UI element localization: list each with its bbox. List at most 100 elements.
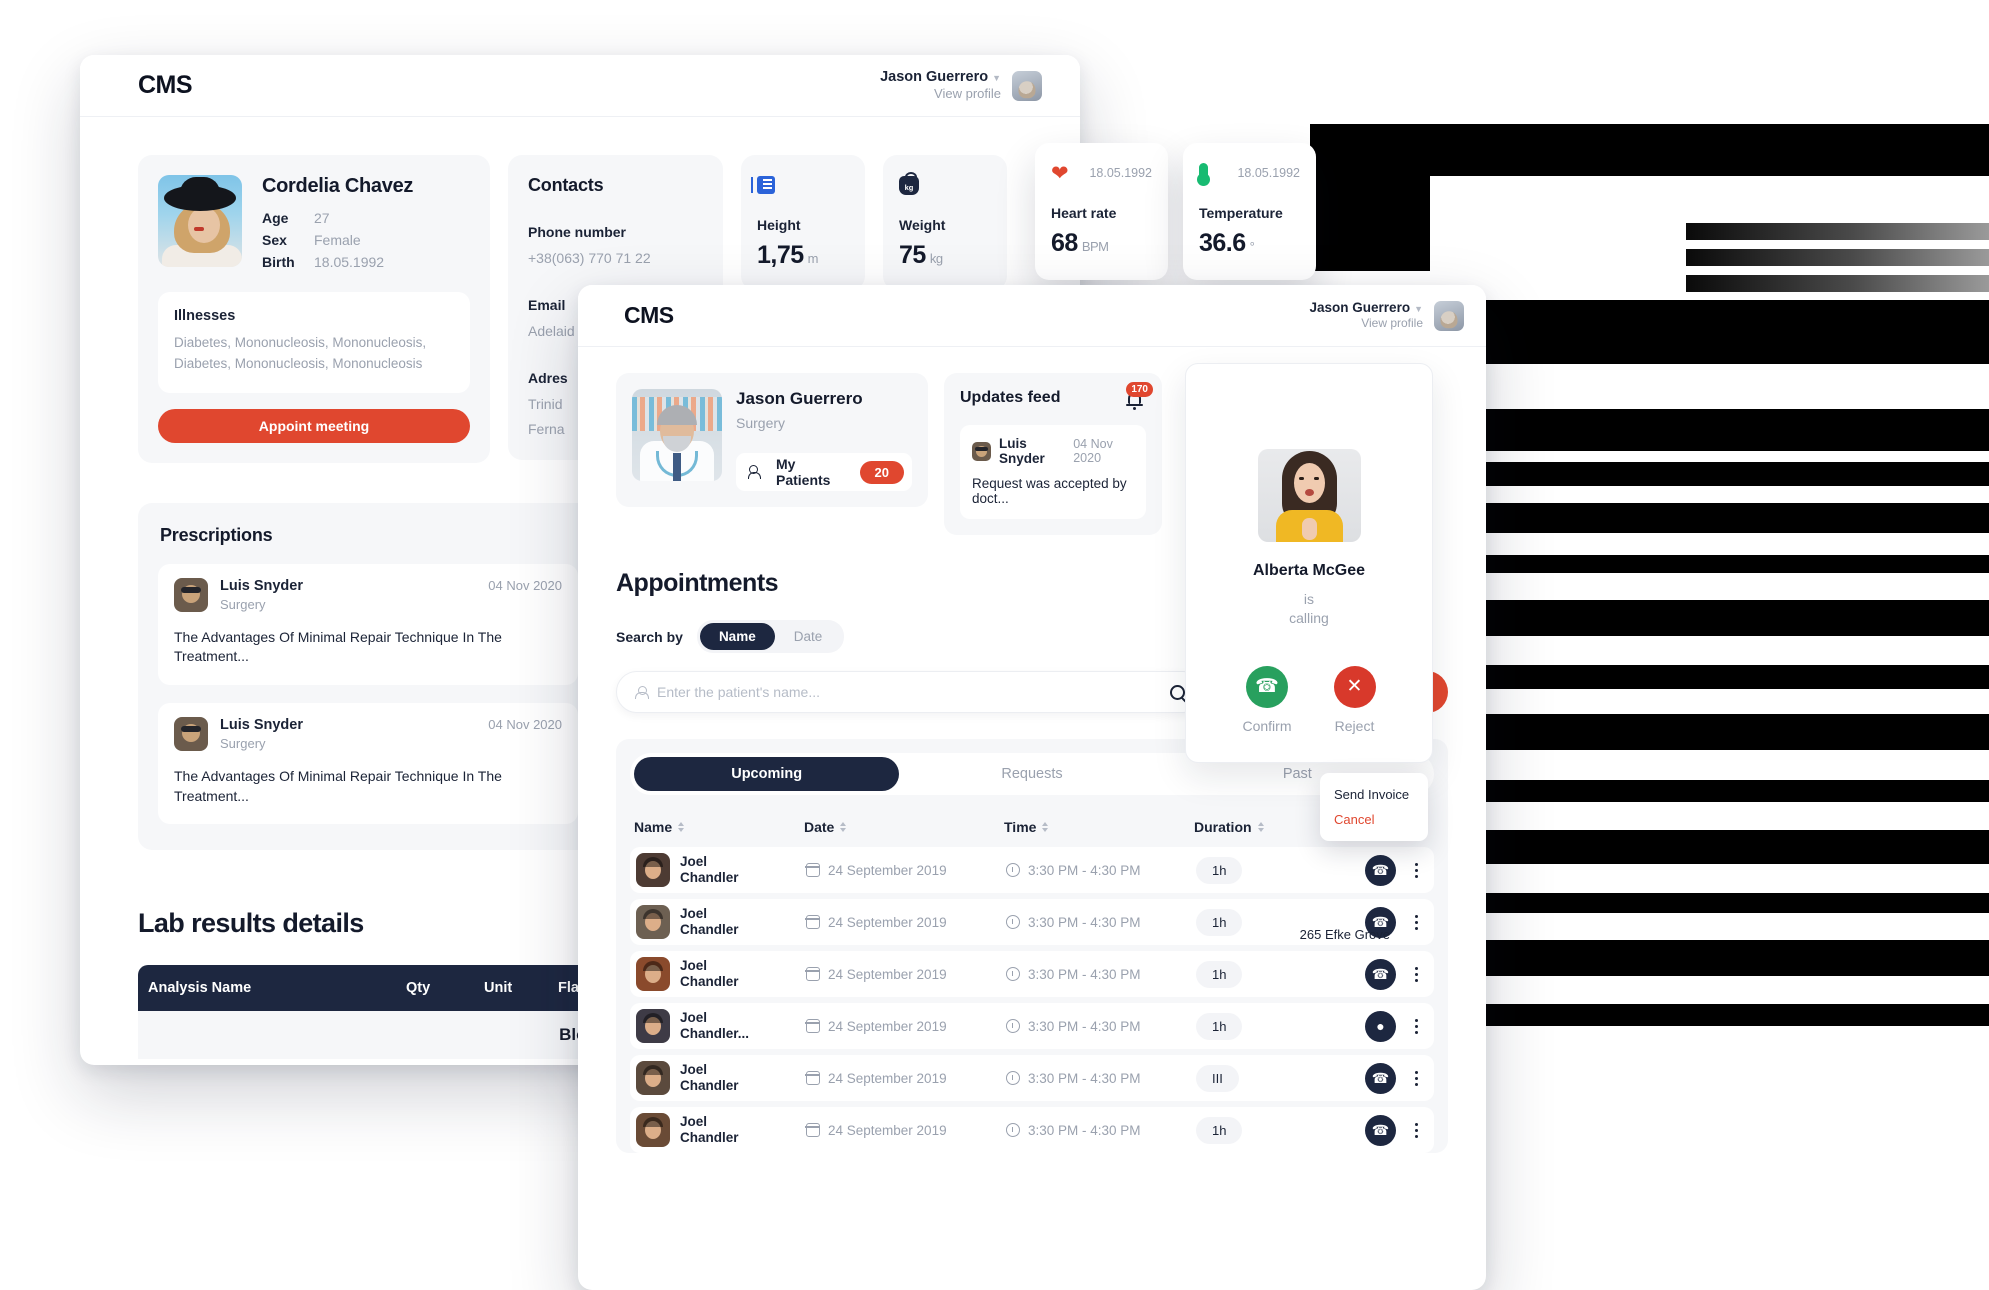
cell-date: 24 September 2019 — [828, 1122, 947, 1138]
cell-name: Joel Chandler — [680, 905, 739, 937]
reject-label: Reject — [1334, 717, 1375, 734]
menu-cancel[interactable]: Cancel — [1320, 807, 1428, 832]
field-sex: Sex Female — [262, 232, 361, 248]
clock-icon — [1006, 1071, 1020, 1085]
metric-temperature: 18.05.1992 Temperature 36.6 ° — [1183, 143, 1316, 280]
prescription-item[interactable]: Luis Snyder Surgery 04 Nov 2020 The Adva… — [158, 703, 578, 825]
search-icon[interactable] — [1170, 684, 1185, 700]
row-menu-button[interactable] — [1408, 1070, 1424, 1086]
call-button[interactable]: ☎ — [1365, 854, 1396, 886]
patient-name: Cordelia Chavez — [262, 175, 414, 197]
decor-bar — [1441, 940, 1989, 976]
metric-value: 36.6 ° — [1199, 229, 1255, 257]
column-time[interactable]: Time — [1004, 819, 1194, 835]
decor-bar — [1486, 462, 1989, 486]
table-row[interactable]: Joel Chandler... 24 September 2019 3:30 PM … — [630, 1003, 1434, 1049]
clock-icon — [1006, 1019, 1020, 1033]
prescriptions-title: Prescriptions — [160, 524, 273, 545]
patient-meta: Cordelia Chavez Age 27 Sex Female Birth … — [262, 175, 413, 276]
illnesses-text: Diabetes, Mononucleosis, Mononucleosis, … — [174, 335, 427, 371]
column-unit[interactable]: Unit — [474, 980, 548, 996]
metric-label: Heart rate — [1051, 205, 1117, 221]
avatar — [636, 1061, 670, 1095]
appoint-meeting-button[interactable]: Appoint meeting — [158, 408, 470, 443]
cell-date: 24 September 2019 — [828, 914, 947, 930]
cell-name: Joel Chandler — [680, 1061, 739, 1093]
patient-fields: Age 27 Sex Female Birth 18.05.1992 — [262, 210, 413, 270]
decor-bar — [1441, 1004, 1989, 1026]
table-row[interactable]: Joel Chandler 24 September 2019 3:30 PM - 4… — [630, 1107, 1434, 1153]
avatar[interactable] — [1434, 300, 1464, 331]
cell-date: 24 September 2019 — [828, 1018, 947, 1034]
decor-bar — [1441, 503, 1989, 533]
illnesses-box: Illnesses Diabetes, Mononucleosis, Monon… — [158, 292, 470, 393]
cell-duration: 1h — [1196, 856, 1243, 884]
feed-item[interactable]: Luis Snyder 04 Nov 2020 Request was acce… — [960, 425, 1146, 519]
table-header: Name Date Time Duration — [630, 807, 1434, 847]
call-button[interactable]: ☎ — [1365, 1062, 1396, 1094]
table-row[interactable]: Joel Chandler 24 September 2019 3:30 PM - 4… — [630, 1055, 1434, 1101]
cell-date: 24 September 2019 — [828, 862, 947, 878]
metric-value: 68 BPM — [1051, 229, 1109, 257]
user-icon — [635, 685, 649, 699]
call-button[interactable]: ☎ — [1365, 958, 1396, 990]
user-menu[interactable]: Jason Guerrero ▼ View profile — [880, 68, 1042, 102]
search-mode-name[interactable]: Name — [699, 623, 775, 650]
feed-title: Updates feed — [960, 389, 1061, 406]
row-menu-button[interactable] — [1408, 862, 1424, 878]
field-age: Age 27 — [262, 210, 330, 226]
row-menu-button[interactable] — [1408, 1018, 1424, 1034]
metric-height: Height 1,75 m — [741, 155, 865, 290]
row-menu-button[interactable] — [1408, 1122, 1424, 1138]
search-mode-date[interactable]: Date — [775, 623, 842, 650]
search-input[interactable]: Enter the patient's name... — [616, 671, 1204, 713]
tab-requests[interactable]: Requests — [899, 757, 1164, 791]
updates-feed-card: Updates feed 170 Luis Snyder 04 Nov 2020… — [944, 373, 1162, 535]
calendar-icon — [805, 1071, 820, 1085]
calendar-icon — [805, 863, 820, 877]
metric-value: 1,75 m — [757, 241, 819, 269]
column-date[interactable]: Date — [804, 819, 1004, 835]
location-icon[interactable]: ● — [1365, 1010, 1396, 1042]
contacts-title: Contacts — [528, 175, 604, 195]
avatar[interactable] — [1012, 70, 1042, 101]
tab-upcoming[interactable]: Upcoming — [634, 757, 900, 791]
user-menu[interactable]: Jason Guerrero ▼ View profile — [1310, 300, 1464, 332]
row-menu-button[interactable] — [1408, 966, 1424, 982]
column-duration[interactable]: Duration — [1194, 819, 1302, 835]
column-qty[interactable]: Qty — [396, 980, 474, 996]
my-patients-count: 20 — [859, 460, 904, 484]
appointments-rows: Joel Chandler 24 September 2019 3:30 PM - 4… — [630, 847, 1434, 1153]
prescription-author: Luis Snyder — [220, 717, 303, 734]
avatar — [636, 1009, 670, 1043]
prescription-text: The Advantages Of Minimal Repair Techniq… — [174, 768, 502, 804]
my-patients-button[interactable]: My Patients 20 — [736, 453, 912, 491]
prescription-item[interactable]: Luis Snyder Surgery 04 Nov 2020 The Adva… — [158, 563, 578, 686]
app-logo: CMS — [138, 71, 193, 99]
doctor-name: Jason Guerrero — [736, 389, 863, 408]
call-button[interactable]: ☎ — [1365, 1114, 1396, 1146]
confirm-call-button[interactable]: ☎ Confirm — [1242, 665, 1292, 734]
thermometer-icon — [1197, 163, 1210, 186]
row-menu-button[interactable] — [1408, 914, 1424, 930]
column-analysis-name[interactable]: Analysis Name — [138, 980, 396, 996]
metric-weight: kg Weight 75 kg — [883, 155, 1007, 290]
search-placeholder: Enter the patient's name... — [657, 684, 820, 700]
reject-call-button[interactable]: ✕ Reject — [1333, 665, 1376, 734]
ruler-icon — [751, 176, 775, 194]
field-birth: Birth 18.05.1992 — [262, 254, 385, 270]
column-name[interactable]: Name — [634, 819, 804, 835]
cell-name: Joel Chandler... — [680, 1009, 750, 1041]
menu-send-invoice[interactable]: Send Invoice — [1320, 782, 1428, 807]
cell-name: Joel Chandler — [680, 1113, 739, 1145]
bell-icon[interactable]: 170 — [1124, 382, 1153, 411]
call-status: is calling — [1289, 591, 1329, 626]
metric-heart-rate: ❤ 18.05.1992 Heart rate 68 BPM — [1035, 143, 1168, 280]
sort-icon — [678, 822, 685, 832]
table-row[interactable]: Joel Chandler 24 September 2019 3:30 PM - 4… — [630, 951, 1434, 997]
cell-time: 3:30 PM - 4:30 PM — [1028, 1070, 1141, 1086]
prescription-author: Luis Snyder — [220, 577, 303, 594]
feed-item-text: Request was accepted by doct... — [972, 476, 1127, 506]
table-row[interactable]: Joel Chandler 24 September 2019 3:30 PM - 4… — [630, 847, 1434, 893]
sort-icon — [1042, 822, 1049, 832]
